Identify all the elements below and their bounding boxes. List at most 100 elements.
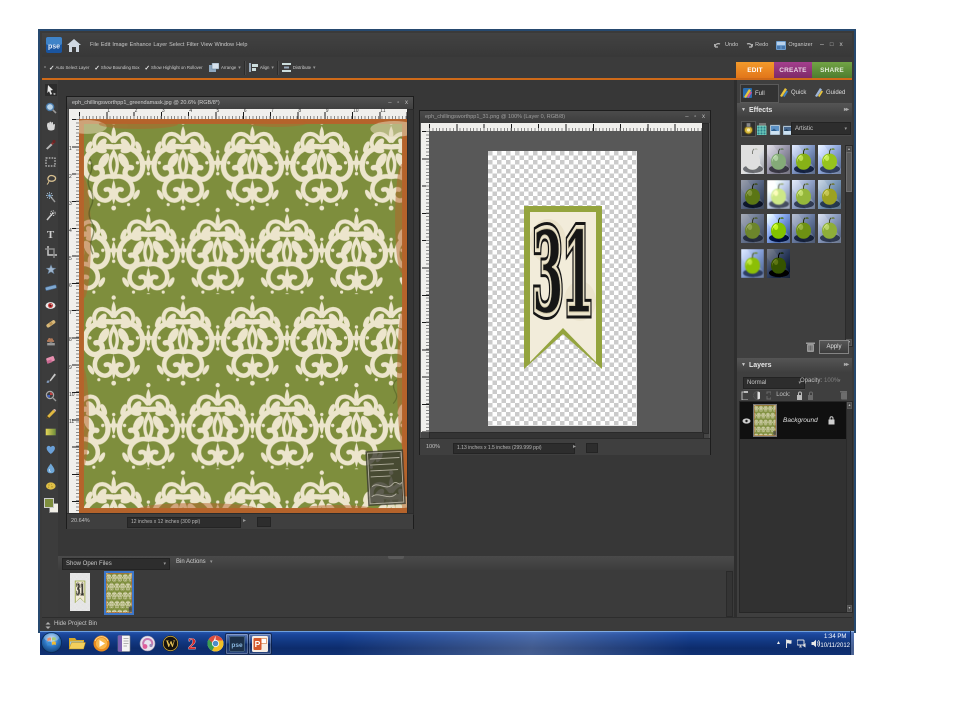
taskbar-photo-app-icon[interactable]: [136, 633, 158, 653]
tool-shape-icon[interactable]: [45, 444, 57, 456]
home-icon[interactable]: [67, 39, 81, 52]
tool-pencil-icon[interactable]: [45, 408, 57, 420]
tool-eraser-icon[interactable]: [45, 354, 57, 366]
layers-scrollbar[interactable]: ▴ ▾: [846, 401, 853, 613]
effects-panel-header[interactable]: ▼ Effects ▸▸: [737, 103, 852, 117]
menu-help[interactable]: Help: [236, 33, 247, 57]
effect-thumbnail-14[interactable]: [767, 249, 790, 278]
tool-smart-brush-icon[interactable]: [45, 390, 57, 402]
align-button[interactable]: Align: [260, 65, 270, 70]
distribute-button[interactable]: Distribute: [293, 65, 311, 70]
tool-quick-selection-icon[interactable]: [45, 210, 57, 222]
new-layer-icon[interactable]: [741, 390, 748, 400]
bin-actions-button[interactable]: Bin Actions: [176, 559, 206, 565]
tool-magic-wand-icon[interactable]: [45, 192, 57, 204]
effects-trash-icon[interactable]: [806, 341, 815, 352]
doc2-status-box[interactable]: [586, 443, 598, 453]
effect-thumbnail-7[interactable]: [792, 180, 815, 209]
taskbar-document-app-icon[interactable]: [113, 633, 135, 653]
doc2-title-bar[interactable]: eph_chillingsworthpp1_31.png @ 100% (Lay…: [420, 111, 710, 123]
window-close-button[interactable]: x: [840, 33, 843, 57]
menu-image[interactable]: Image: [112, 33, 127, 57]
taskbar-powerpoint-icon[interactable]: P: [248, 633, 272, 655]
doc1-zoom-level[interactable]: 20.64%: [71, 518, 90, 524]
effect-thumbnail-12[interactable]: [818, 214, 841, 243]
taskbar-chrome-icon[interactable]: [204, 633, 226, 653]
tool-blur-icon[interactable]: [45, 462, 57, 474]
distribute-dropdown-arrow[interactable]: ▾: [313, 65, 316, 71]
tab-edit[interactable]: EDIT: [736, 62, 774, 78]
doc1-vscrollbar[interactable]: [407, 109, 414, 515]
checkbox-show-bounding-box[interactable]: ✓: [94, 64, 99, 72]
doc1-status-box[interactable]: [257, 517, 271, 527]
doc2-zoom-level[interactable]: 100%: [426, 444, 440, 450]
menu-select[interactable]: Select: [169, 33, 184, 57]
tool-cookie-cutter-icon[interactable]: [45, 264, 57, 276]
foreground-color-swatch[interactable]: [44, 498, 54, 508]
effect-thumbnail-1[interactable]: [741, 145, 764, 174]
organizer-icon[interactable]: [776, 40, 787, 50]
tool-hand-icon[interactable]: [45, 120, 57, 132]
tool-red-eye-icon[interactable]: [45, 300, 57, 312]
effect-thumbnail-9[interactable]: [741, 214, 764, 243]
menu-edit[interactable]: Edit: [101, 33, 110, 57]
scroll-thumb[interactable]: [846, 152, 852, 192]
scroll-up-arrow[interactable]: ▴: [847, 402, 852, 409]
adjustment-layer-icon[interactable]: [753, 391, 760, 400]
tool-zoom-icon[interactable]: [45, 102, 57, 114]
doc2-dimensions[interactable]: 1.13 inches x 1.5 inches (299.999 ppi): [453, 443, 575, 454]
hide-project-bin-button[interactable]: Hide Project Bin: [54, 621, 97, 627]
effects-category-dropdown[interactable]: Artistic ▾: [791, 122, 851, 135]
collapse-triangle-icon[interactable]: ▼: [741, 107, 746, 113]
doc2-status-arrow-icon[interactable]: ▸: [573, 443, 576, 450]
tray-network-icon[interactable]: [797, 639, 807, 648]
delete-layer-icon[interactable]: [840, 390, 847, 400]
mode-guided-button[interactable]: Guided: [814, 84, 845, 101]
tool-move-icon[interactable]: [45, 84, 57, 96]
panel-menu-icon[interactable]: ▸▸: [844, 358, 849, 372]
bin-actions-arrow-icon[interactable]: ▾: [210, 559, 213, 565]
tool-clone-stamp-icon[interactable]: [45, 336, 57, 348]
menu-window[interactable]: Window: [215, 33, 235, 57]
effects-layer-styles-button[interactable]: [756, 122, 768, 136]
apply-button[interactable]: Apply: [819, 340, 849, 354]
taskbar-wow-icon[interactable]: W: [159, 633, 181, 653]
lock-transparent-icon[interactable]: [807, 391, 813, 400]
doc1-title-bar[interactable]: eph_chillingsworthpp1_greendamask.jpg @ …: [67, 97, 413, 109]
tool-sponge-icon[interactable]: [45, 480, 57, 492]
arrange-dropdown-arrow[interactable]: ▾: [238, 65, 241, 71]
scroll-down-arrow[interactable]: ▾: [847, 605, 852, 612]
menu-view[interactable]: View: [201, 33, 213, 57]
effect-thumbnail-13[interactable]: [741, 249, 764, 278]
show-open-files-dropdown[interactable]: Show Open Files ▾: [62, 558, 170, 570]
doc1-window-buttons[interactable]: – ▫ x: [388, 99, 410, 107]
tool-marquee-icon[interactable]: [45, 156, 57, 168]
tool-type-icon[interactable]: T: [45, 228, 57, 240]
doc2-window-buttons[interactable]: – ▫ x: [685, 113, 707, 121]
effect-thumbnail-4[interactable]: [818, 145, 841, 174]
blend-mode-dropdown[interactable]: Normal ▾: [743, 377, 805, 389]
tool-healing-brush-icon[interactable]: [45, 318, 57, 330]
bin-thumbnail-banner[interactable]: [70, 573, 90, 611]
tab-share[interactable]: SHARE: [812, 62, 852, 78]
checkbox-show-highlight-on-rollover[interactable]: ✓: [145, 64, 150, 72]
tool-lasso-icon[interactable]: [45, 174, 57, 186]
color-swatches[interactable]: [44, 498, 59, 513]
effect-thumbnail-5[interactable]: [741, 180, 764, 209]
checkbox-auto-select-layer[interactable]: ✓: [49, 64, 54, 72]
effects-photo-effects-button[interactable]: [769, 122, 781, 136]
redo-icon[interactable]: [744, 42, 754, 49]
taskbar-media-player-icon[interactable]: [90, 633, 112, 653]
link-layers-icon[interactable]: [765, 391, 772, 400]
effects-scrollbar[interactable]: ▴ ▾: [845, 145, 853, 347]
layer-thumbnail[interactable]: [753, 404, 777, 437]
tray-show-hidden-icon[interactable]: ▲: [776, 640, 781, 646]
tray-action-center-flag-icon[interactable]: [785, 639, 793, 648]
tool-crop-icon[interactable]: [45, 246, 57, 258]
bin-grip-handle[interactable]: [388, 556, 404, 559]
effect-thumbnail-11[interactable]: [792, 214, 815, 243]
taskbar-app2-icon[interactable]: 2: [181, 633, 203, 653]
undo-button[interactable]: Undo: [725, 33, 738, 57]
tool-gradient-icon[interactable]: [45, 426, 57, 438]
layer-visibility-eye-icon[interactable]: [742, 417, 751, 424]
